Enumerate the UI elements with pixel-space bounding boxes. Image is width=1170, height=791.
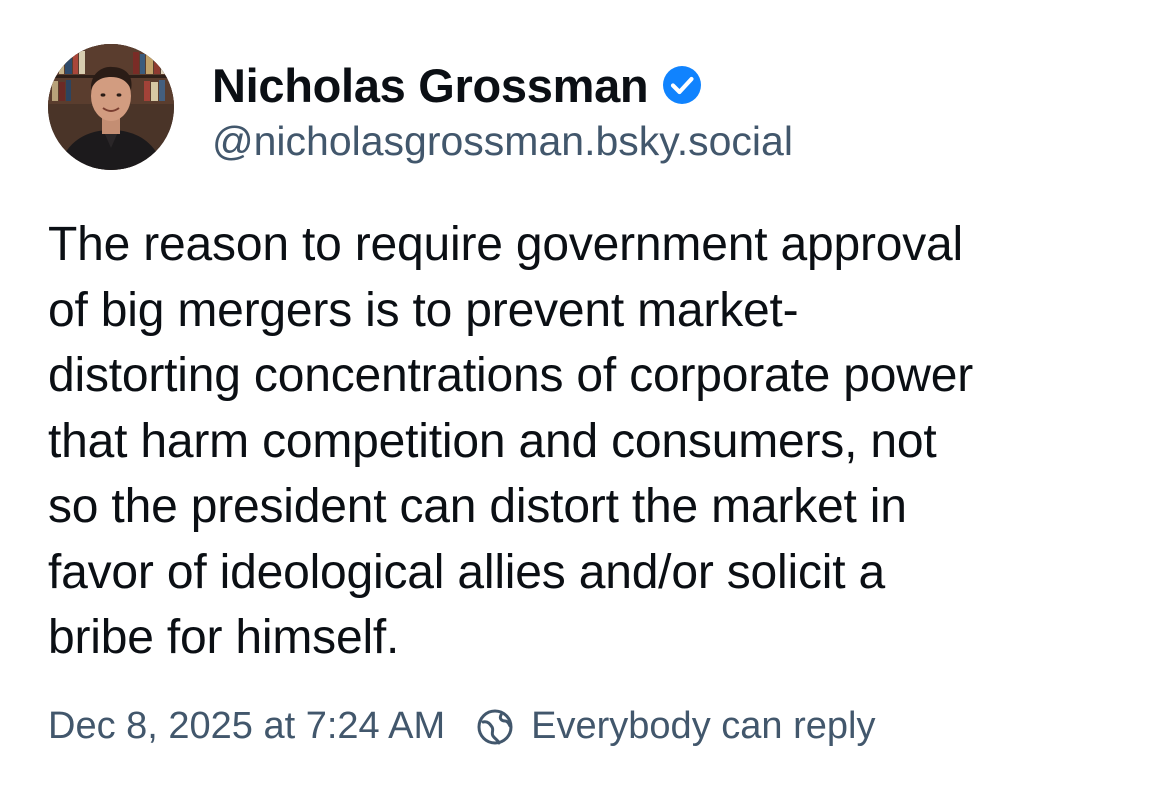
avatar[interactable] — [48, 44, 174, 170]
post-text-line: that harm competition and consumers, not — [48, 414, 937, 468]
post-text: The reason to require government approva… — [48, 212, 1138, 671]
verified-checkmark-icon[interactable] — [662, 65, 702, 105]
timestamp[interactable]: Dec 8, 2025 at 7:24 AM — [48, 705, 445, 748]
reply-setting: Everybody can reply — [531, 705, 876, 747]
author-names: Nicholas Grossman @nicholasgrossman.bsky… — [212, 44, 793, 165]
name-row: Nicholas Grossman — [212, 54, 793, 116]
avatar-image — [48, 44, 174, 170]
post-text-line: The reason to require government approva… — [48, 218, 964, 271]
author-handle[interactable]: @nicholasgrossman.bsky.social — [212, 118, 793, 165]
post-meta: Dec 8, 2025 at 7:24 AM Everybody can rep… — [48, 705, 875, 748]
post-text-line: so the president can distort the market … — [48, 480, 907, 533]
post-text-line: of big mergers is to prevent market- — [48, 283, 799, 337]
post-text-line: favor of ideological allies and/or solic… — [48, 545, 885, 599]
post-text-line: distorting concentrations of corporate p… — [48, 349, 974, 402]
post-card: Nicholas Grossman @nicholasgrossman.bsky… — [0, 0, 1170, 791]
post-header: Nicholas Grossman @nicholasgrossman.bsky… — [48, 44, 793, 170]
globe-reply-icon — [475, 707, 515, 747]
post-text-line: bribe for himself. — [48, 611, 400, 664]
display-name[interactable]: Nicholas Grossman — [212, 58, 649, 113]
